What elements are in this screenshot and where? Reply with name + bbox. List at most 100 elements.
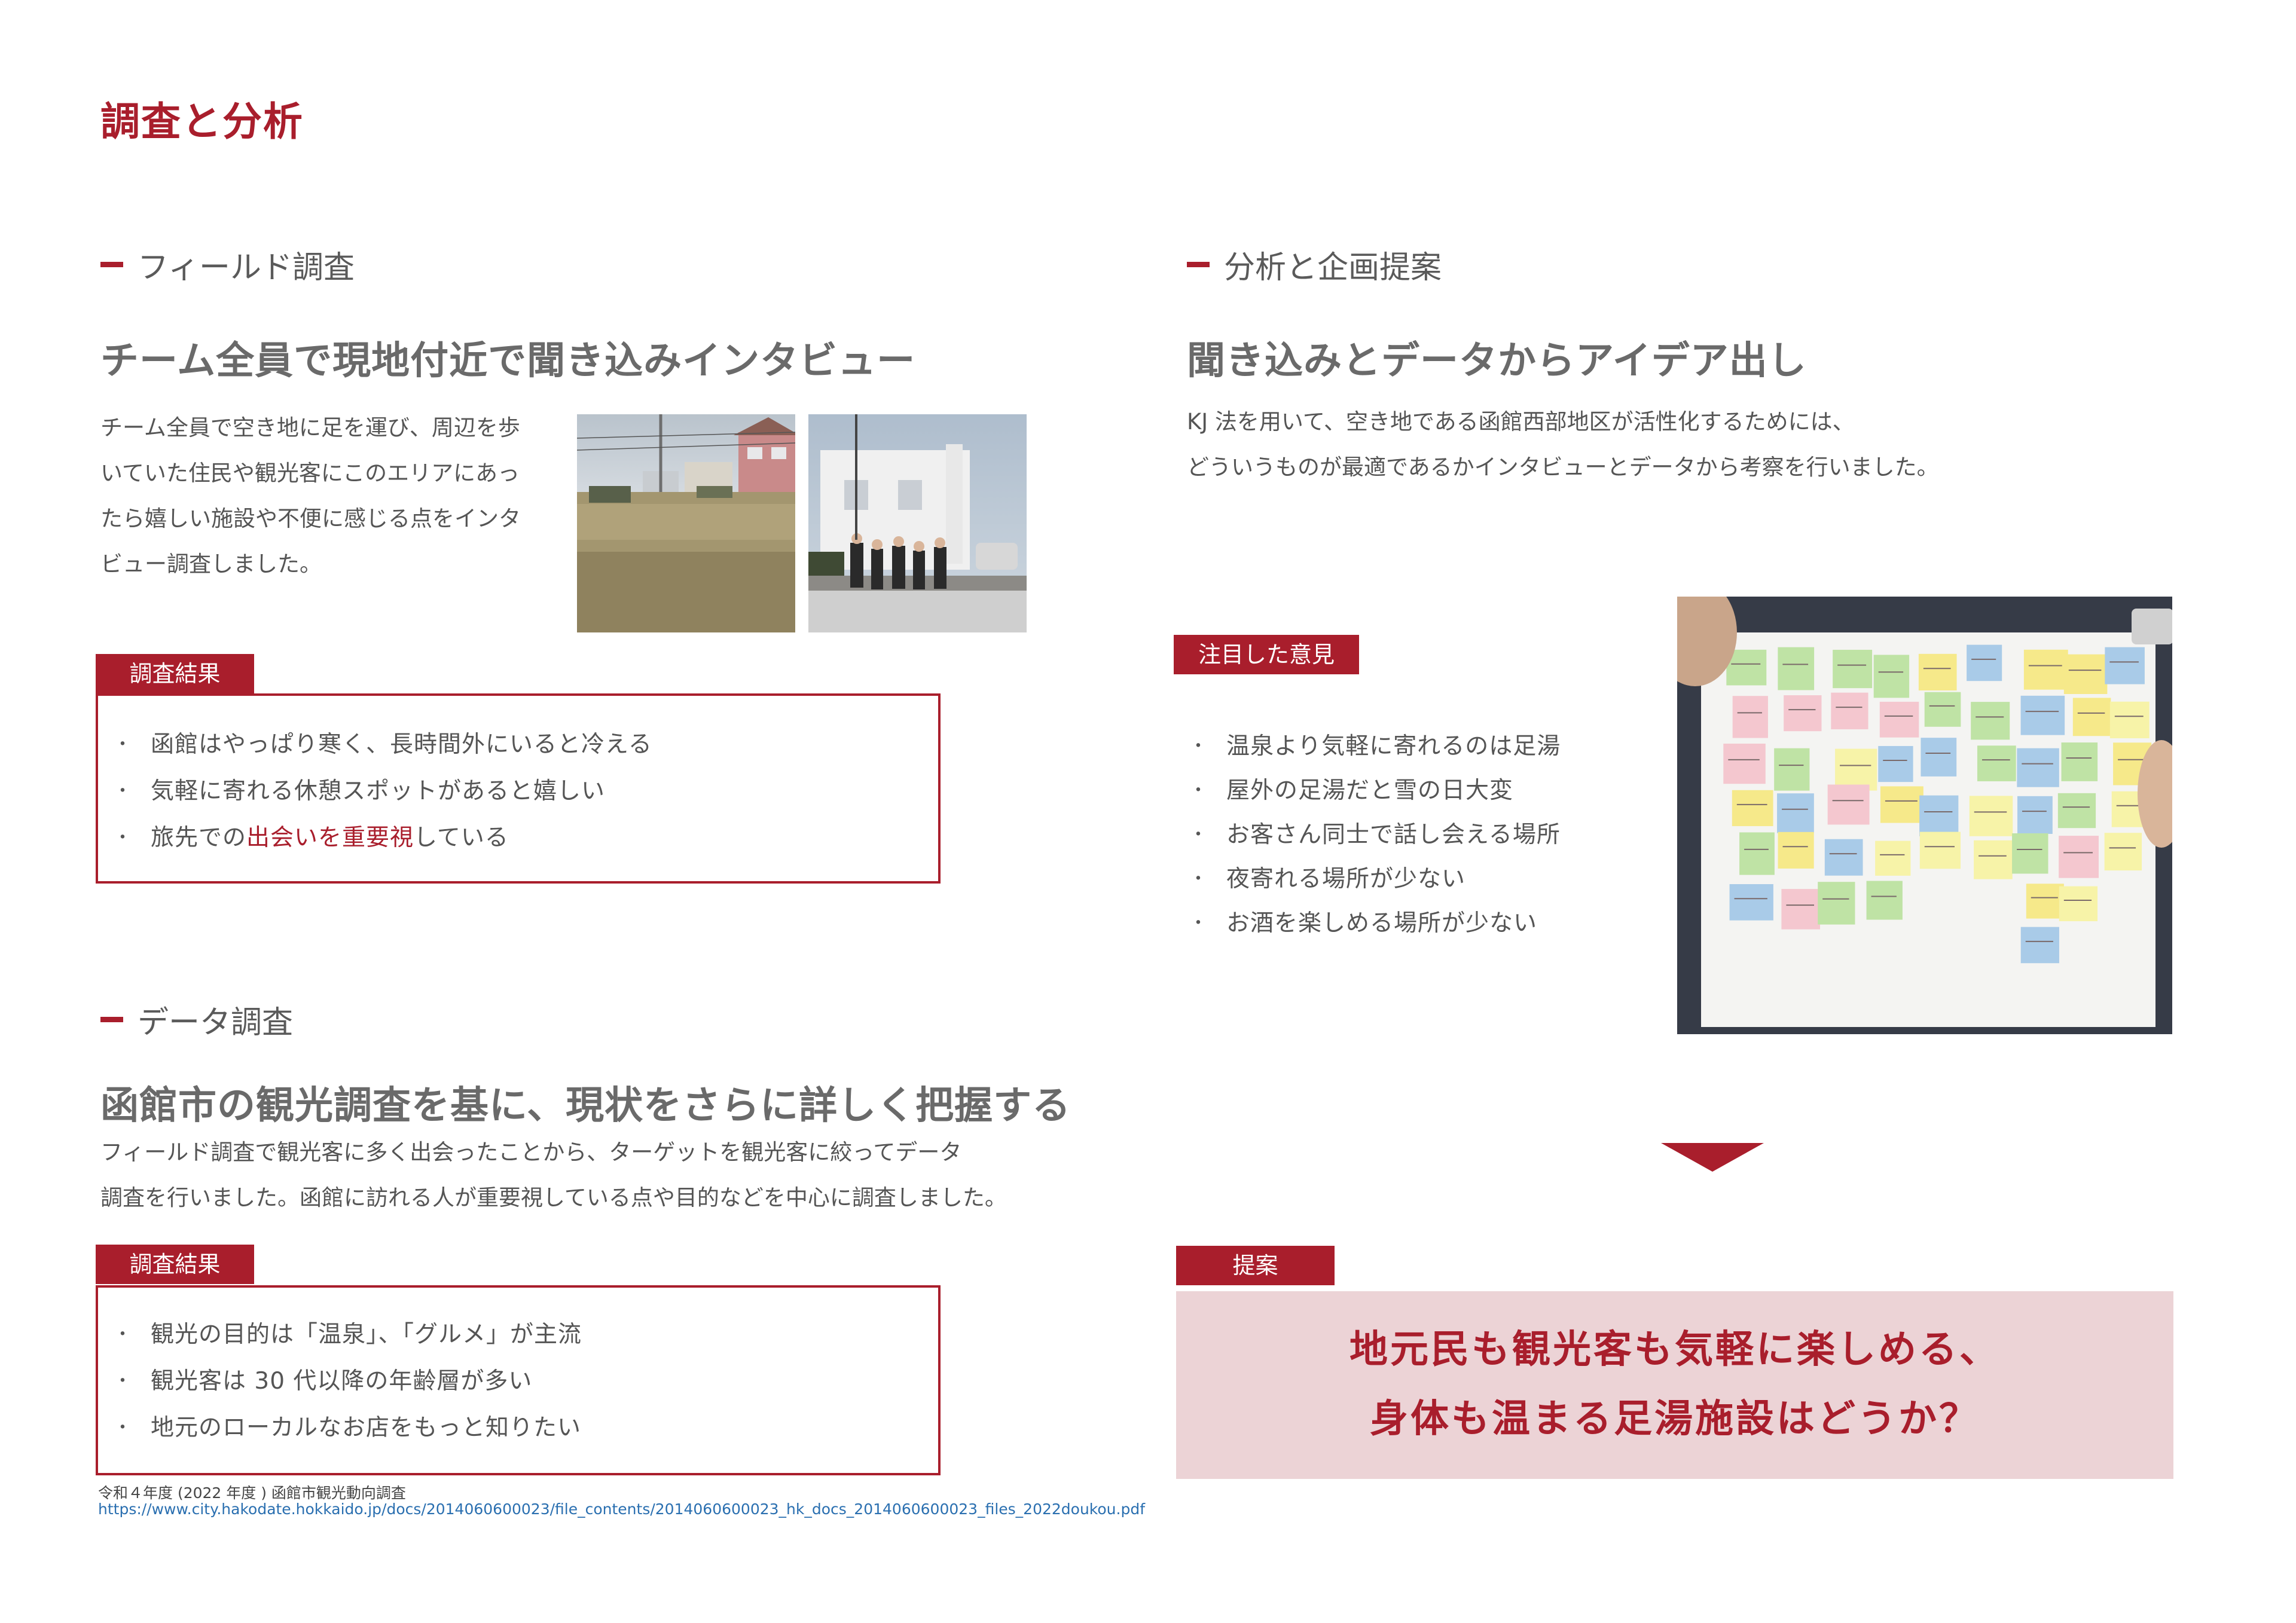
result-text: 函館はやっぱり寒く、長時間外にいると冷える bbox=[151, 731, 652, 758]
opinion-text: お客さん同士で話し会える場所 bbox=[1226, 821, 1561, 848]
result-text: 地元のローカルなお店をもっと知りたい bbox=[151, 1414, 582, 1441]
analysis-lead: 聞き込みとデータからアイデア出し bbox=[1187, 339, 1807, 383]
source-link[interactable]: https://www.city.hakodate.hokkaido.jp/do… bbox=[98, 1500, 1145, 1518]
opinion-text: 屋外の足湯だと雪の日大変 bbox=[1226, 777, 1514, 804]
list-item: ・ 気軽に寄れる休憩スポットがあると嬉しい bbox=[98, 768, 938, 815]
sticky-note bbox=[1866, 881, 1903, 920]
body-line: どういうものが最適であるかインタビューとデータから考察を行いました。 bbox=[1187, 454, 1939, 480]
analysis-heading-label: 分析と企画提案 bbox=[1224, 250, 1442, 286]
street-interview-photo bbox=[808, 414, 1027, 632]
list-item: ・ 函館はやっぱり寒く、長時間外にいると冷える bbox=[98, 722, 938, 768]
sticky-note bbox=[1974, 840, 2013, 879]
body-line: いていた住民や観光客にこのエリアにあっ bbox=[100, 460, 520, 486]
section-marker-icon bbox=[1187, 262, 1210, 267]
result-text: 観光客は 30 代以降の年齢層が多い bbox=[151, 1368, 533, 1395]
bullet-icon: ・ bbox=[114, 781, 132, 802]
sticky-note bbox=[1723, 743, 1766, 784]
opinions-tag: 注目した意見 bbox=[1174, 635, 1359, 674]
list-item: ・ お酒を楽しめる場所が少ない bbox=[1174, 901, 1712, 946]
result-emphasis: 出会いを重要視 bbox=[246, 824, 414, 851]
sticky-note bbox=[2012, 833, 2048, 874]
list-item: ・ 夜寄れる場所が少ない bbox=[1174, 857, 1712, 901]
list-item: ・ 温泉より気軽に寄れるのは足湯 bbox=[1174, 725, 1712, 769]
proposal-box: 地元民も観光客も気軽に楽しめる、 身体も温まる足湯施設はどうか？ bbox=[1176, 1291, 2173, 1479]
sticky-note bbox=[1818, 882, 1855, 925]
data-survey-results-tag: 調査結果 bbox=[96, 1245, 254, 1284]
data-survey-body: フィールド調査で観光客に多く出会ったことから、ターゲットを観光客に絞ってデータ … bbox=[100, 1130, 1069, 1221]
opinion-text: 夜寄れる場所が少ない bbox=[1226, 866, 1466, 893]
field-survey-heading: フィールド調査 bbox=[100, 242, 355, 287]
sticky-note bbox=[1880, 786, 1923, 823]
sticky-note bbox=[1873, 655, 1910, 698]
analysis-body: KJ 法を用いて、空き地である函館西部地区が活性化するためには、 どういうものが… bbox=[1187, 399, 2203, 490]
sticky-note bbox=[1835, 748, 1877, 791]
bullet-icon: ・ bbox=[1189, 869, 1208, 890]
data-survey-results-box: ・ 観光の目的は「温泉」、「グルメ」が主流 ・ 観光客は 30 代以降の年齢層が… bbox=[96, 1285, 941, 1475]
data-survey-heading: データ調査 bbox=[100, 997, 293, 1042]
sticky-note bbox=[1739, 832, 1775, 875]
sticky-note bbox=[1781, 889, 1821, 930]
body-line: KJ 法を用いて、空き地である函館西部地区が活性化するためには、 bbox=[1187, 409, 1855, 435]
bullet-icon: ・ bbox=[114, 1324, 132, 1345]
sticky-note bbox=[1879, 701, 1919, 738]
bullet-icon: ・ bbox=[114, 734, 132, 755]
sticky-note bbox=[1729, 884, 1773, 921]
sticky-note bbox=[2072, 698, 2111, 736]
sticky-note bbox=[1971, 702, 2010, 740]
sticky-note bbox=[1919, 795, 1959, 836]
sticky-note bbox=[2023, 649, 2068, 690]
sticky-note bbox=[1732, 696, 1768, 738]
bullet-icon: ・ bbox=[114, 1371, 132, 1392]
result-text: 観光の目的は「温泉」、「グルメ」が主流 bbox=[151, 1321, 582, 1348]
result-text-pre: 旅先での bbox=[151, 824, 247, 851]
list-item: ・ お客さん同士で話し会える場所 bbox=[1174, 813, 1712, 857]
analysis-heading: 分析と企画提案 bbox=[1187, 242, 1442, 287]
proposal-line: 身体も温まる足湯施設はどうか？ bbox=[1370, 1397, 1980, 1441]
sticky-note bbox=[2026, 884, 2064, 919]
list-item: ・ 旅先での出会いを重要視している bbox=[98, 815, 938, 861]
list-item: ・ 屋外の足湯だと雪の日大変 bbox=[1174, 769, 1712, 813]
field-survey-heading-label: フィールド調査 bbox=[138, 250, 355, 286]
sticky-note bbox=[2061, 742, 2098, 781]
source-title: 令和４年度 (2022 年度 ) 函館市観光動向調査 bbox=[98, 1484, 406, 1502]
sticky-note bbox=[1732, 790, 1773, 826]
sticky-note bbox=[2057, 793, 2096, 829]
vacant-lot-photo bbox=[577, 414, 795, 632]
sticky-note bbox=[2104, 833, 2142, 871]
body-line: ビュー調査しました。 bbox=[100, 551, 322, 577]
result-text: 気軽に寄れる休憩スポットがあると嬉しい bbox=[151, 778, 606, 805]
sticky-note bbox=[1824, 839, 1863, 876]
result-text-post: している bbox=[414, 824, 509, 851]
sticky-note bbox=[2017, 796, 2053, 834]
sticky-note bbox=[1777, 793, 1814, 833]
sticky-note bbox=[2105, 647, 2145, 684]
opinion-text: お酒を楽しめる場所が少ない bbox=[1226, 910, 1538, 937]
bullet-icon: ・ bbox=[114, 1417, 132, 1438]
page-title: 調査と分析 bbox=[100, 99, 304, 145]
field-survey-lead: チーム全員で現地付近で聞き込みインタビュー bbox=[100, 339, 916, 383]
sticky-note bbox=[2109, 701, 2150, 738]
sticky-note bbox=[1831, 692, 1868, 729]
field-survey-results-tag: 調査結果 bbox=[96, 654, 254, 693]
bullet-icon: ・ bbox=[1189, 913, 1208, 934]
sticky-note bbox=[1875, 840, 1911, 876]
sticky-note bbox=[1778, 647, 1815, 690]
kj-method-photo bbox=[1677, 597, 2172, 1034]
result-text: 旅先での出会いを重要視している bbox=[151, 815, 509, 861]
data-survey-heading-label: データ調査 bbox=[138, 1005, 294, 1041]
sticky-note bbox=[2020, 927, 2059, 964]
section-marker-icon bbox=[100, 1017, 123, 1022]
sticky-note bbox=[1774, 748, 1810, 791]
opinions-list: ・ 温泉より気軽に寄れるのは足湯 ・ 屋外の足湯だと雪の日大変 ・ お客さん同士… bbox=[1174, 725, 1712, 946]
body-line: たら嬉しい施設や不便に感じる点をインタ bbox=[100, 506, 521, 531]
sticky-note bbox=[1921, 738, 1957, 777]
field-survey-results-box: ・ 函館はやっぱり寒く、長時間外にいると冷える ・ 気軽に寄れる休憩スポットがあ… bbox=[96, 693, 941, 884]
sticky-note bbox=[2059, 886, 2098, 922]
sticky-note bbox=[1784, 695, 1822, 732]
data-survey-lead: 函館市の観光調査を基に、現状をさらに詳しく把握する bbox=[100, 1084, 1071, 1128]
sticky-note bbox=[2059, 836, 2099, 878]
sticky-note bbox=[1924, 692, 1961, 727]
sticky-note bbox=[2017, 748, 2059, 787]
body-line: 調査を行いました。函館に訪れる人が重要視している点や目的などを中心に調査しました… bbox=[100, 1185, 1007, 1211]
bullet-icon: ・ bbox=[1189, 780, 1208, 801]
